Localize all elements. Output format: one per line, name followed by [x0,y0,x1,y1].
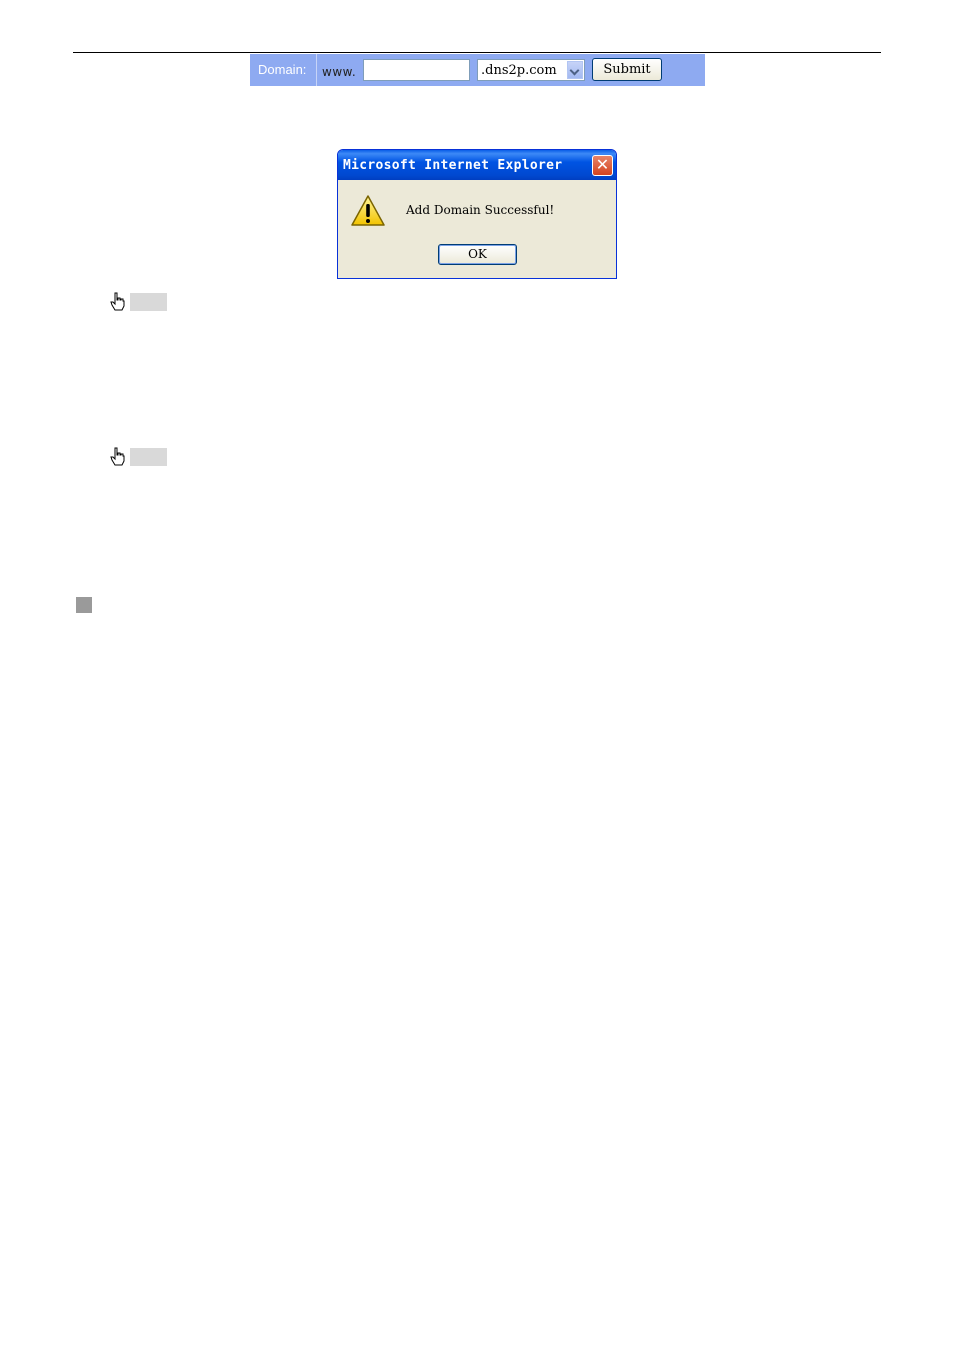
note-item [110,292,170,312]
pointer-hand-icon [110,292,125,311]
dialog-message: Add Domain Successful! [406,203,555,217]
section-bullet [76,597,92,613]
dialog-title: Microsoft Internet Explorer [343,158,563,173]
www-prefix: www. [322,65,357,79]
pointer-hand-icon [110,447,125,466]
domain-suffix-select[interactable]: .dns2p.com [477,59,585,81]
chevron-down-icon[interactable] [567,61,583,79]
domain-label: Domain: [250,54,317,86]
header-rule [73,52,881,53]
note-box [130,448,167,466]
note-item [110,447,170,467]
domain-input[interactable] [363,59,470,81]
dialog-titlebar[interactable]: Microsoft Internet Explorer ✕ [338,150,616,180]
domain-suffix-value: .dns2p.com [481,63,557,78]
ok-button[interactable]: OK [438,244,517,265]
warning-icon [351,195,385,226]
domain-form-bar: Domain: www. .dns2p.com Submit [250,54,705,86]
close-button[interactable]: ✕ [592,155,613,176]
note-box [130,293,167,311]
submit-button[interactable]: Submit [592,58,662,81]
alert-dialog: Microsoft Internet Explorer ✕ Add Domain… [337,149,617,279]
